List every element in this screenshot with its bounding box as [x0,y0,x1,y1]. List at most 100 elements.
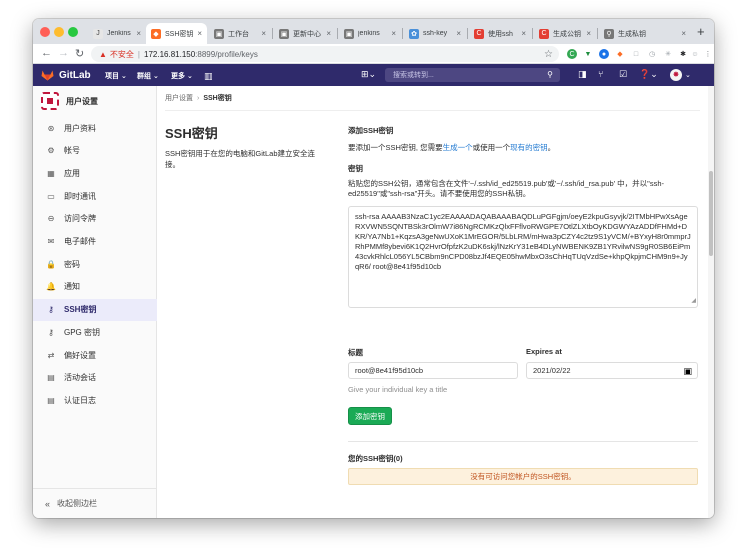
extension-gitlab-icon[interactable]: ◆ [615,49,625,59]
browser-tab-workbench[interactable]: ▣ 工作台 × [209,23,271,44]
tab-divider [402,28,403,39]
address-bar[interactable]: ▲ 不安全 | 172.16.81.150 :8899/profile/keys… [91,46,559,62]
minimize-window-button[interactable] [54,27,64,37]
key-textarea[interactable]: ssh-rsa AAAAB3NzaC1yc2EAAAADAQABAAABAQDL… [348,206,698,308]
extension-circle-icon[interactable]: ● [599,49,609,59]
resize-handle-icon[interactable]: ◢ [691,296,696,306]
sidebar-item-sessions[interactable]: ▤ 活动会话 [33,367,157,389]
close-icon[interactable]: × [261,29,266,38]
page-description: SSH密钥用于在您的电脑和GitLab建立安全连接。 [165,149,316,169]
help-icon[interactable]: ❓⌄ [639,69,658,80]
keys-list-heading: 您的SSH密钥(0) [348,454,403,463]
close-icon[interactable]: × [586,29,591,38]
sidebar-item-profile[interactable]: ⊛ 用户资料 [33,117,157,139]
close-icon[interactable]: × [326,29,331,38]
browser-toolbar: ← → ↻ ▲ 不安全 | 172.16.81.150 :8899/profil… [33,44,714,64]
browser-tab-gen-private-key[interactable]: ⚲ 生成私钥 × [599,23,691,44]
extensions-puzzle-icon[interactable]: ✱ [678,49,688,59]
browser-window: J Jenkins × ◆ SSH密钥 × ▣ 工作台 × ▣ 更新中心 × ▣… [33,19,714,518]
sidebar-header[interactable]: 用户设置 [33,86,157,116]
analytics-icon[interactable]: ▥ [204,71,213,82]
menu-groups[interactable]: 群组 ⌄ [137,71,159,81]
sidebar-item-bell[interactable]: 🔔 通知 [33,276,157,298]
sidebar-item-token[interactable]: ⊖ 访问令牌 [33,208,157,230]
menu-more[interactable]: 更多 ⌄ [171,71,193,81]
todos-icon[interactable]: ☑ [619,69,627,80]
sidebar-item-label: 电子邮件 [64,237,96,246]
chevron-down-icon[interactable]: ⌄ [685,71,691,79]
page-title: SSH密钥 [165,126,218,141]
title-input[interactable]: root@8e41f95d10cb [348,362,518,379]
maximize-window-button[interactable] [68,27,78,37]
jenkins-search-icon: ▣ [344,28,354,39]
extension-v-icon[interactable]: ▼ [583,49,593,59]
extension-c-icon[interactable]: C [567,49,577,59]
extension-spark-icon[interactable]: ✳ [663,49,673,59]
close-window-button[interactable] [40,27,50,37]
close-icon[interactable]: × [521,29,526,38]
new-tab-icon[interactable]: + [697,24,705,39]
gitlab-header: GitLab 项目 ⌄ 群组 ⌄ 更多 ⌄ ▥ ⊞⌄ 搜索或转到... ⚲ ◨ … [33,64,714,86]
sidebar-item-label: 通知 [64,282,80,292]
merge-requests-icon[interactable]: ⑂ [598,69,603,79]
browser-tab-update-center[interactable]: ▣ 更新中心 × [274,23,336,44]
breadcrumb-separator: › [197,94,200,102]
add-key-button[interactable]: 添加密钥 [348,407,392,425]
expires-label: Expires at [526,347,562,356]
profile-icon[interactable]: ☺ [690,49,700,59]
sidebar-item-log[interactable]: ▤ 认证日志 [33,389,157,411]
sidebar-item-chat[interactable]: ▭ 即时通讯 [33,185,157,207]
close-icon[interactable]: × [681,29,686,38]
breadcrumb-parent-link[interactable]: 用户设置 [165,93,193,103]
existing-key-link[interactable]: 现有的密钥 [510,143,548,152]
reload-icon[interactable]: ↻ [75,47,84,60]
forward-arrow-icon[interactable]: → [58,47,69,59]
browser-tab-ssh-key[interactable]: ✿ ssh-key × [404,23,466,44]
close-icon[interactable]: × [456,29,461,38]
browser-tab-jenkins-search[interactable]: ▣ jenkins × [339,23,401,44]
extension-square-icon[interactable]: □ [631,49,641,59]
scrollbar-thumb[interactable] [709,171,713,256]
gitlab-logo-icon[interactable] [41,69,54,81]
generate-key-link[interactable]: 生成一个 [443,143,473,152]
bell-icon: 🔔 [46,282,56,292]
breadcrumb: 用户设置 › SSH密钥 [165,86,700,111]
close-icon[interactable]: × [136,29,141,38]
browser-tab-ssh-keys[interactable]: ◆ SSH密钥 × [146,23,207,44]
back-arrow-icon[interactable]: ← [41,47,52,59]
calendar-icon[interactable]: ▣ [683,366,692,377]
browser-tab-jenkins[interactable]: J Jenkins × [88,23,146,44]
page-scrollbar[interactable] [708,86,714,518]
user-avatar[interactable]: ✸ [670,69,682,81]
browser-tab-use-ssh[interactable]: C 使用ssh × [469,23,531,44]
sidebar-item-gpg-key[interactable]: ⚷ GPG 密钥 [33,321,157,343]
breadcrumb-current[interactable]: SSH密钥 [203,93,231,103]
intro-prefix: 要添加一个SSH密钥, 您需要 [348,143,443,152]
gitlab-brand[interactable]: GitLab [59,70,91,81]
avatar [41,92,59,110]
sidebar-item-preferences[interactable]: ⇄ 偏好设置 [33,344,157,366]
sidebar-item-account[interactable]: ⚙ 帐号 [33,140,157,162]
main-content: 用户设置 › SSH密钥 SSH密钥 SSH密钥用于在您的电脑和GitLab建立… [157,86,708,518]
tab-title: 工作台 [228,30,249,38]
sidebar-item-lock[interactable]: 🔒 密码 [33,253,157,275]
collapse-sidebar-button[interactable]: « 收起侧边栏 [33,488,157,518]
sidebar-item-label: 偏好设置 [64,350,96,360]
tab-strip: J Jenkins × ◆ SSH密钥 × ▣ 工作台 × ▣ 更新中心 × ▣… [33,19,714,44]
sidebar-item-key[interactable]: ⚷ SSH密钥 [33,298,157,321]
bookmark-star-icon[interactable]: ☆ [544,49,553,60]
menu-projects[interactable]: 项目 ⌄ [105,71,127,81]
browser-menu-icon[interactable]: ⋮ [703,49,713,59]
close-icon[interactable]: × [197,29,202,38]
key-help-text: 粘贴您的SSH公钥，通常包含在文件'~/.ssh/id_ed25519.pub'… [348,179,664,198]
key-value: ssh-rsa AAAAB3NzaC1yc2EAAAADAQABAAABAQDL… [355,212,691,271]
global-search-input[interactable]: 搜索或转到... ⚲ [385,68,560,82]
extension-clock-icon[interactable]: ◷ [647,49,657,59]
close-icon[interactable]: × [391,29,396,38]
sidebar-item-email[interactable]: ✉ 电子邮件 [33,231,157,253]
new-item-icon[interactable]: ⊞⌄ [361,69,376,80]
expires-date-input[interactable]: 2021/02/22 ▣ [526,362,698,379]
browser-tab-gen-public-key[interactable]: C 生成公钥 × [534,23,596,44]
issues-icon[interactable]: ◨ [578,69,587,80]
sidebar-item-apps[interactable]: ▦ 应用 [33,162,157,184]
